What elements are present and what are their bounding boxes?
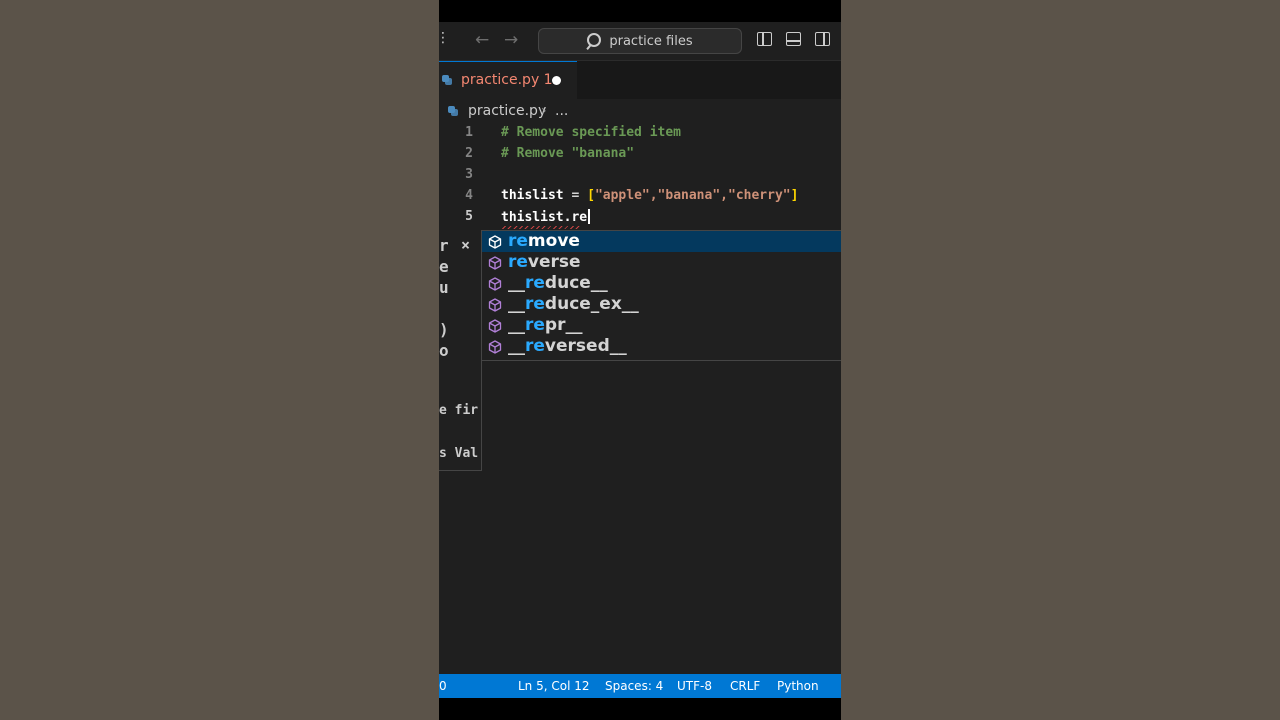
variable-token: thislist bbox=[501, 188, 564, 203]
details-fragment: u bbox=[439, 278, 449, 297]
breadcrumb-more[interactable]: ... bbox=[555, 103, 568, 119]
breadcrumb: practice.py › ... bbox=[439, 100, 841, 122]
python-file-icon bbox=[448, 106, 458, 116]
suggestion-item[interactable]: __repr__ bbox=[482, 315, 841, 336]
right-background bbox=[841, 0, 1280, 720]
close-icon[interactable]: × bbox=[461, 236, 470, 254]
method-cube-icon bbox=[488, 277, 502, 291]
code-line: 2 # Remove "banana" bbox=[439, 144, 841, 165]
details-fragment: o bbox=[439, 341, 449, 360]
status-problems[interactable]: 0 bbox=[439, 679, 447, 693]
code-text: thislist = ["apple","banana","cherry"] bbox=[501, 188, 798, 203]
command-center-search[interactable]: practice files bbox=[538, 28, 742, 54]
line-number: 1 bbox=[465, 125, 473, 140]
suggestion-label: __reduce_ex__ bbox=[508, 294, 639, 314]
suggestion-item[interactable]: __reduce_ex__ bbox=[482, 294, 841, 315]
method-cube-icon bbox=[488, 319, 502, 333]
toggle-primary-sidebar-icon[interactable] bbox=[757, 32, 772, 46]
breadcrumb-file[interactable]: practice.py bbox=[468, 103, 546, 119]
code-line-active: 5 thislist.re bbox=[439, 207, 841, 229]
search-icon bbox=[587, 33, 602, 47]
line-number: 3 bbox=[465, 167, 473, 182]
back-arrow-icon[interactable]: ← bbox=[475, 30, 489, 50]
suggestion-item[interactable]: remove bbox=[482, 231, 841, 252]
suggestion-label: __reduce__ bbox=[508, 273, 608, 293]
code-line: 4 thislist = ["apple","banana","cherry"] bbox=[439, 186, 841, 207]
method-cube-icon bbox=[488, 256, 502, 270]
code-text: # Remove specified item bbox=[501, 125, 682, 140]
method-cube-icon bbox=[488, 298, 502, 312]
bracket-token: ] bbox=[790, 188, 799, 203]
menu-icon[interactable]: ⋮ bbox=[439, 30, 450, 46]
method-cube-icon bbox=[488, 235, 502, 249]
operator-token: = bbox=[563, 188, 588, 203]
vscode-window: ⋮ ← → practice files practice.py 1 pract… bbox=[439, 22, 841, 698]
suggestion-widget: remove reverse __reduce__ __reduce_ex__ … bbox=[481, 230, 841, 361]
method-cube-icon bbox=[488, 340, 502, 354]
suggestion-label: reverse bbox=[508, 252, 581, 272]
details-fragment: e bbox=[439, 257, 449, 276]
error-squiggle bbox=[502, 226, 580, 229]
status-bar: 0 Ln 5, Col 12 Spaces: 4 UTF-8 CRLF Pyth… bbox=[439, 674, 841, 698]
details-fragment: r bbox=[439, 236, 449, 255]
text-cursor bbox=[588, 209, 590, 224]
code-line: 1 # Remove specified item bbox=[439, 123, 841, 144]
toggle-secondary-sidebar-icon[interactable] bbox=[815, 32, 830, 46]
status-indentation[interactable]: Spaces: 4 bbox=[605, 679, 663, 693]
details-fragment: e fir bbox=[439, 403, 479, 418]
suggestion-item[interactable]: reverse bbox=[482, 252, 841, 273]
breadcrumb-separator: › bbox=[541, 103, 547, 119]
forward-arrow-icon[interactable]: → bbox=[504, 30, 518, 50]
title-bar: ⋮ ← → practice files bbox=[439, 22, 841, 61]
python-file-icon bbox=[442, 75, 452, 85]
details-fragment: ) bbox=[439, 320, 449, 339]
details-panel: × r e u ) o e fir s Val bbox=[439, 230, 482, 471]
tab-label: practice.py 1 bbox=[461, 72, 553, 88]
status-language[interactable]: Python bbox=[777, 679, 819, 693]
search-label: practice files bbox=[609, 33, 693, 49]
line-number: 5 bbox=[465, 209, 473, 224]
suggestion-item[interactable]: __reduce__ bbox=[482, 273, 841, 294]
suggestion-label: remove bbox=[508, 231, 580, 251]
suggestion-label: __repr__ bbox=[508, 315, 583, 335]
code-text: thislist.re bbox=[501, 209, 590, 225]
left-background bbox=[0, 0, 439, 720]
line-number: 4 bbox=[465, 188, 473, 203]
tab-bar: practice.py 1 bbox=[439, 61, 841, 99]
toggle-panel-icon[interactable] bbox=[786, 32, 801, 46]
status-more-icon[interactable]: ⋮ bbox=[836, 679, 841, 693]
details-fragment: s Val bbox=[439, 446, 479, 461]
typed-text: thislist.re bbox=[501, 210, 588, 225]
status-encoding[interactable]: UTF-8 bbox=[677, 679, 712, 693]
line-number: 2 bbox=[465, 146, 473, 161]
tab-practice-py[interactable]: practice.py 1 bbox=[439, 61, 577, 99]
code-line: 3 bbox=[439, 165, 841, 186]
status-cursor-position[interactable]: Ln 5, Col 12 bbox=[518, 679, 590, 693]
bracket-token: [ bbox=[587, 188, 595, 203]
suggestion-label: __reversed__ bbox=[508, 336, 627, 356]
string-token: "apple","banana","cherry" bbox=[594, 188, 791, 203]
status-eol[interactable]: CRLF bbox=[730, 679, 760, 693]
unsaved-dot-icon[interactable] bbox=[552, 76, 561, 85]
video-frame: ⋮ ← → practice files practice.py 1 pract… bbox=[439, 0, 841, 720]
suggestion-item[interactable]: __reversed__ bbox=[482, 336, 841, 357]
code-text: # Remove "banana" bbox=[501, 146, 635, 161]
